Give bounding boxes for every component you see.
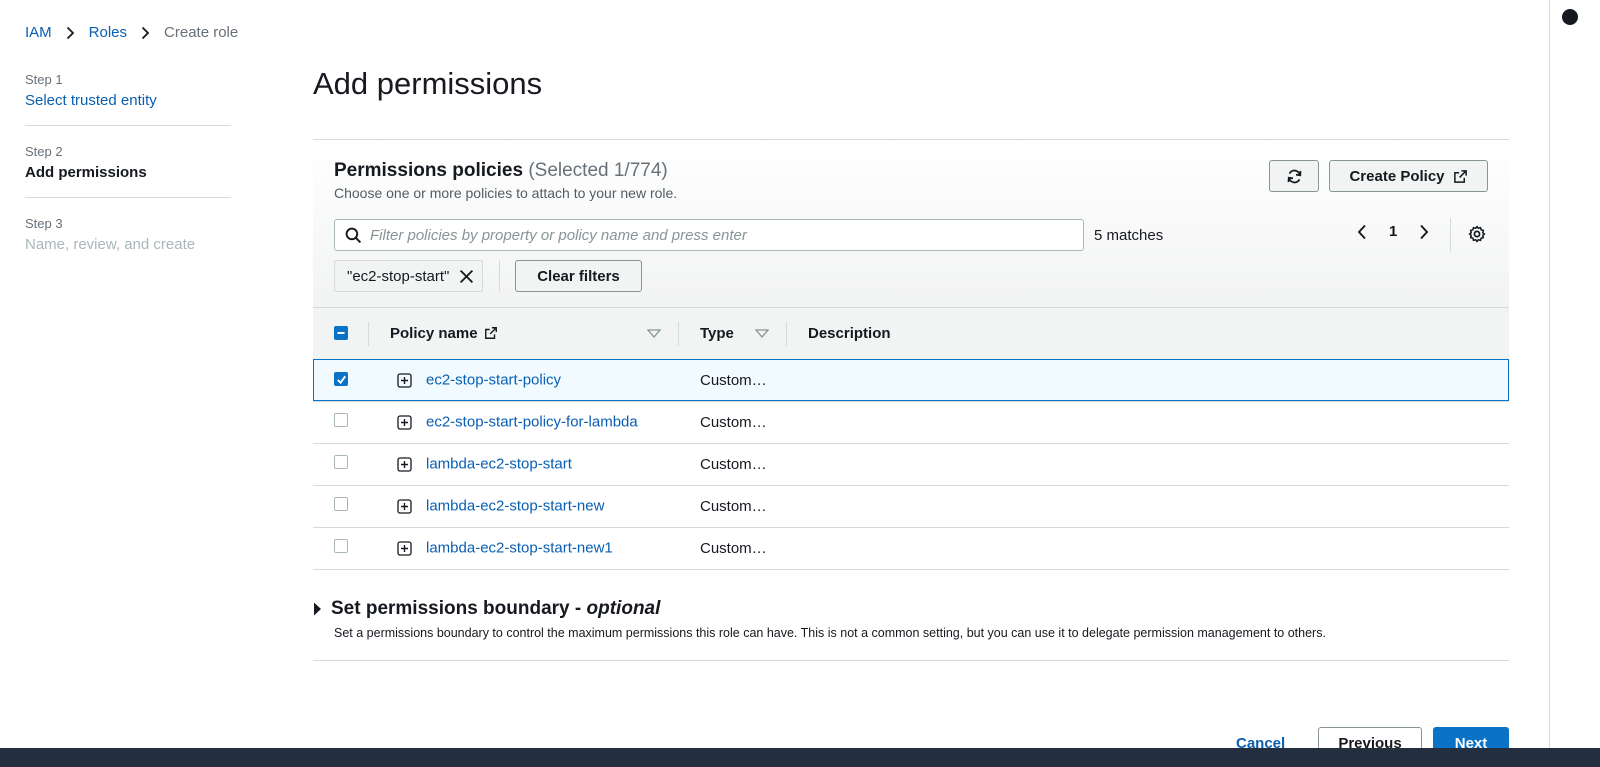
boundary-title: Set permissions boundary - [331,598,582,619]
create-policy-button[interactable]: Create Policy [1329,160,1488,192]
chevron-right-icon[interactable] [1419,224,1429,240]
create-policy-label: Create Policy [1349,167,1445,185]
policy-name-link[interactable]: lambda-ec2-stop-start-new1 [426,540,613,557]
step-number: Step 3 [25,216,63,231]
table-row[interactable]: ec2-stop-start-policy Custom… [313,359,1509,401]
current-page[interactable]: 1 [1379,223,1407,240]
policies-table: Policy name Type Description ec2-stop-st… [313,308,1509,570]
wizard-steps: Step 1 Select trusted entity Step 2 Add … [25,72,231,287]
matches-count: 5 matches [1094,227,1164,244]
clear-filters-button[interactable]: Clear filters [515,260,642,292]
policy-type: Custom… [700,539,767,557]
breadcrumb: IAM Roles Create role [25,24,238,41]
table-row[interactable]: ec2-stop-start-policy-for-lambda Custom… [313,401,1509,443]
permissions-boundary-toggle[interactable]: Set permissions boundary - optional [313,598,1509,620]
step-2: Step 2 Add permissions [25,144,231,198]
row-checkbox[interactable] [334,539,348,553]
step-1-link[interactable]: Select trusted entity [25,92,231,109]
pagination: 1 [1357,223,1429,240]
minus-icon [337,331,345,334]
step-number: Step 2 [25,144,63,159]
panel-header: Permissions policies (Selected 1/774) Ch… [313,140,1509,308]
breadcrumb-roles[interactable]: Roles [89,24,127,41]
step-2-title: Add permissions [25,164,147,181]
policy-description [787,443,1509,485]
search-icon [345,227,362,244]
policy-name-link[interactable]: ec2-stop-start-policy-for-lambda [426,414,638,431]
permissions-policies-panel: Permissions policies (Selected 1/774) Ch… [313,139,1509,570]
policy-name-link[interactable]: ec2-stop-start-policy [426,372,561,389]
policy-description [787,485,1509,527]
column-policy-name[interactable]: Policy name [369,308,679,359]
panel-title-text: Permissions policies [334,160,524,181]
policy-name-link[interactable]: lambda-ec2-stop-start [426,456,572,473]
checkmark-icon [336,375,346,384]
panel-edge [1549,0,1550,748]
table-header-row: Policy name Type Description [313,308,1509,359]
page-title: Add permissions [313,66,543,101]
chevron-right-icon [66,26,75,40]
column-description-label: Description [808,324,891,342]
chevron-right-icon [141,26,150,40]
expand-plus-icon[interactable] [397,541,412,556]
expand-plus-icon[interactable] [397,415,412,430]
external-link-icon [484,326,498,340]
gear-icon[interactable] [1468,225,1486,243]
search-input[interactable] [370,226,1070,244]
expand-plus-icon[interactable] [397,499,412,514]
sort-down-icon[interactable] [755,329,769,338]
close-icon[interactable] [459,269,474,284]
filter-token-label: "ec2-stop-start" [347,267,450,285]
column-policy-name-label: Policy name [390,324,478,342]
step-1: Step 1 Select trusted entity [25,72,231,126]
boundary-description: Set a permissions boundary to control th… [334,626,1326,640]
help-panel-icon[interactable] [1562,9,1578,25]
table-row[interactable]: lambda-ec2-stop-start-new Custom… [313,485,1509,527]
refresh-button[interactable] [1269,160,1319,192]
caret-right-icon [313,602,322,616]
row-checkbox[interactable] [334,455,348,469]
step-number: Step 1 [25,72,63,87]
sort-down-icon[interactable] [647,329,661,338]
expand-plus-icon[interactable] [397,457,412,472]
row-checkbox[interactable] [334,497,348,511]
boundary-optional: optional [586,598,661,619]
table-row[interactable]: lambda-ec2-stop-start Custom… [313,443,1509,485]
table-row[interactable]: lambda-ec2-stop-start-new1 Custom… [313,527,1509,569]
policy-type: Custom… [700,371,767,389]
permissions-boundary-section: Set permissions boundary - optional Set … [313,598,1509,661]
select-all-header [313,308,369,359]
external-link-icon [1453,169,1468,184]
row-checkbox[interactable] [334,413,348,427]
row-checkbox[interactable] [334,372,348,386]
column-type[interactable]: Type [679,308,787,359]
policy-type: Custom… [700,497,767,515]
breadcrumb-create-role: Create role [164,24,239,41]
refresh-icon [1286,168,1303,185]
policy-description [787,401,1509,443]
step-3: Step 3 Name, review, and create [25,216,231,269]
column-description: Description [787,308,1509,359]
divider [1450,218,1451,252]
policy-type: Custom… [700,455,767,473]
column-type-label: Type [700,324,734,342]
policy-search [334,219,1084,251]
policy-name-link[interactable]: lambda-ec2-stop-start-new [426,498,604,515]
divider [499,260,500,292]
policy-description [787,527,1509,569]
select-all-checkbox[interactable] [334,325,348,340]
selected-count: (Selected 1/774) [528,160,668,181]
expand-plus-icon[interactable] [397,373,412,388]
filter-token: "ec2-stop-start" [334,260,484,292]
breadcrumb-iam[interactable]: IAM [25,24,52,41]
chevron-left-icon[interactable] [1357,224,1367,240]
policy-description [787,359,1509,401]
step-3-title: Name, review, and create [25,236,196,253]
bottom-bar [0,748,1600,767]
policy-type: Custom… [700,413,767,431]
